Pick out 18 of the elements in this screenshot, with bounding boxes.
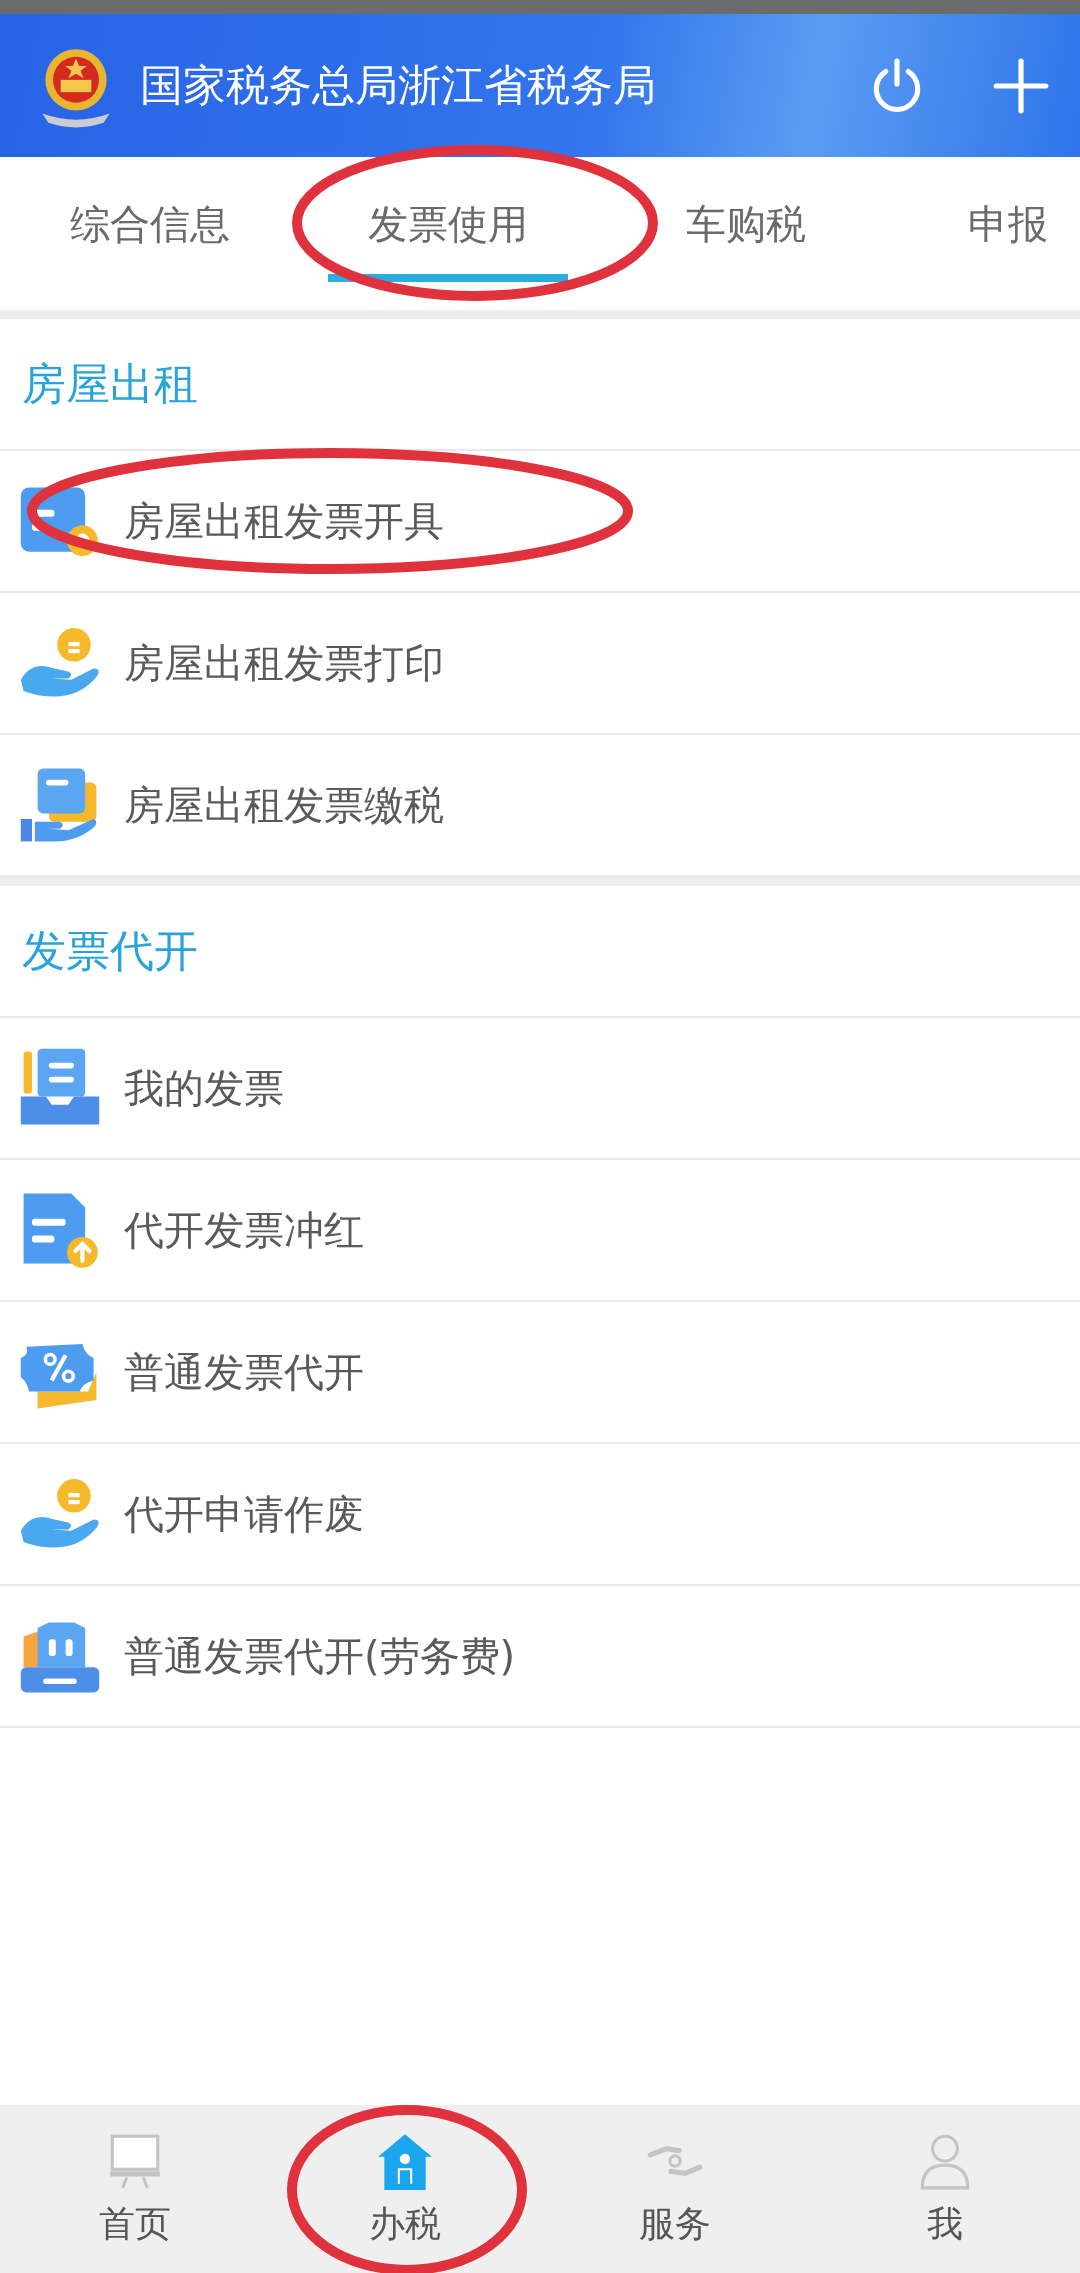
nav-item[interactable]: 办税 <box>270 2105 540 2273</box>
menu-item[interactable]: 代开申请作废 <box>0 1444 1080 1586</box>
nav-item[interactable]: 服务 <box>540 2105 810 2273</box>
menu-item[interactable]: 房屋出租发票开具 <box>0 451 1080 593</box>
tab[interactable]: 车购税 <box>626 157 866 282</box>
tab[interactable]: 申报 <box>924 157 1048 282</box>
tab[interactable]: 发票使用 <box>328 157 568 282</box>
header-title: 国家税务总局浙江省税务局 <box>140 58 657 112</box>
menu-item[interactable]: 我的发票 <box>0 1018 1080 1160</box>
nav-item[interactable]: 首页 <box>0 2105 270 2273</box>
nav-item[interactable]: 我 <box>810 2105 1080 2273</box>
section-title: 房屋出租 <box>0 319 1080 451</box>
tab[interactable]: 综合信息 <box>30 157 270 282</box>
menu-item[interactable]: 普通发票代开(劳务费) <box>0 1586 1080 1728</box>
menu-item[interactable]: 代开发票冲红 <box>0 1160 1080 1302</box>
menu-item[interactable]: 普通发票代开 <box>0 1302 1080 1444</box>
section-title: 发票代开 <box>0 886 1080 1018</box>
menu-item[interactable]: 房屋出租发票打印 <box>0 593 1080 735</box>
